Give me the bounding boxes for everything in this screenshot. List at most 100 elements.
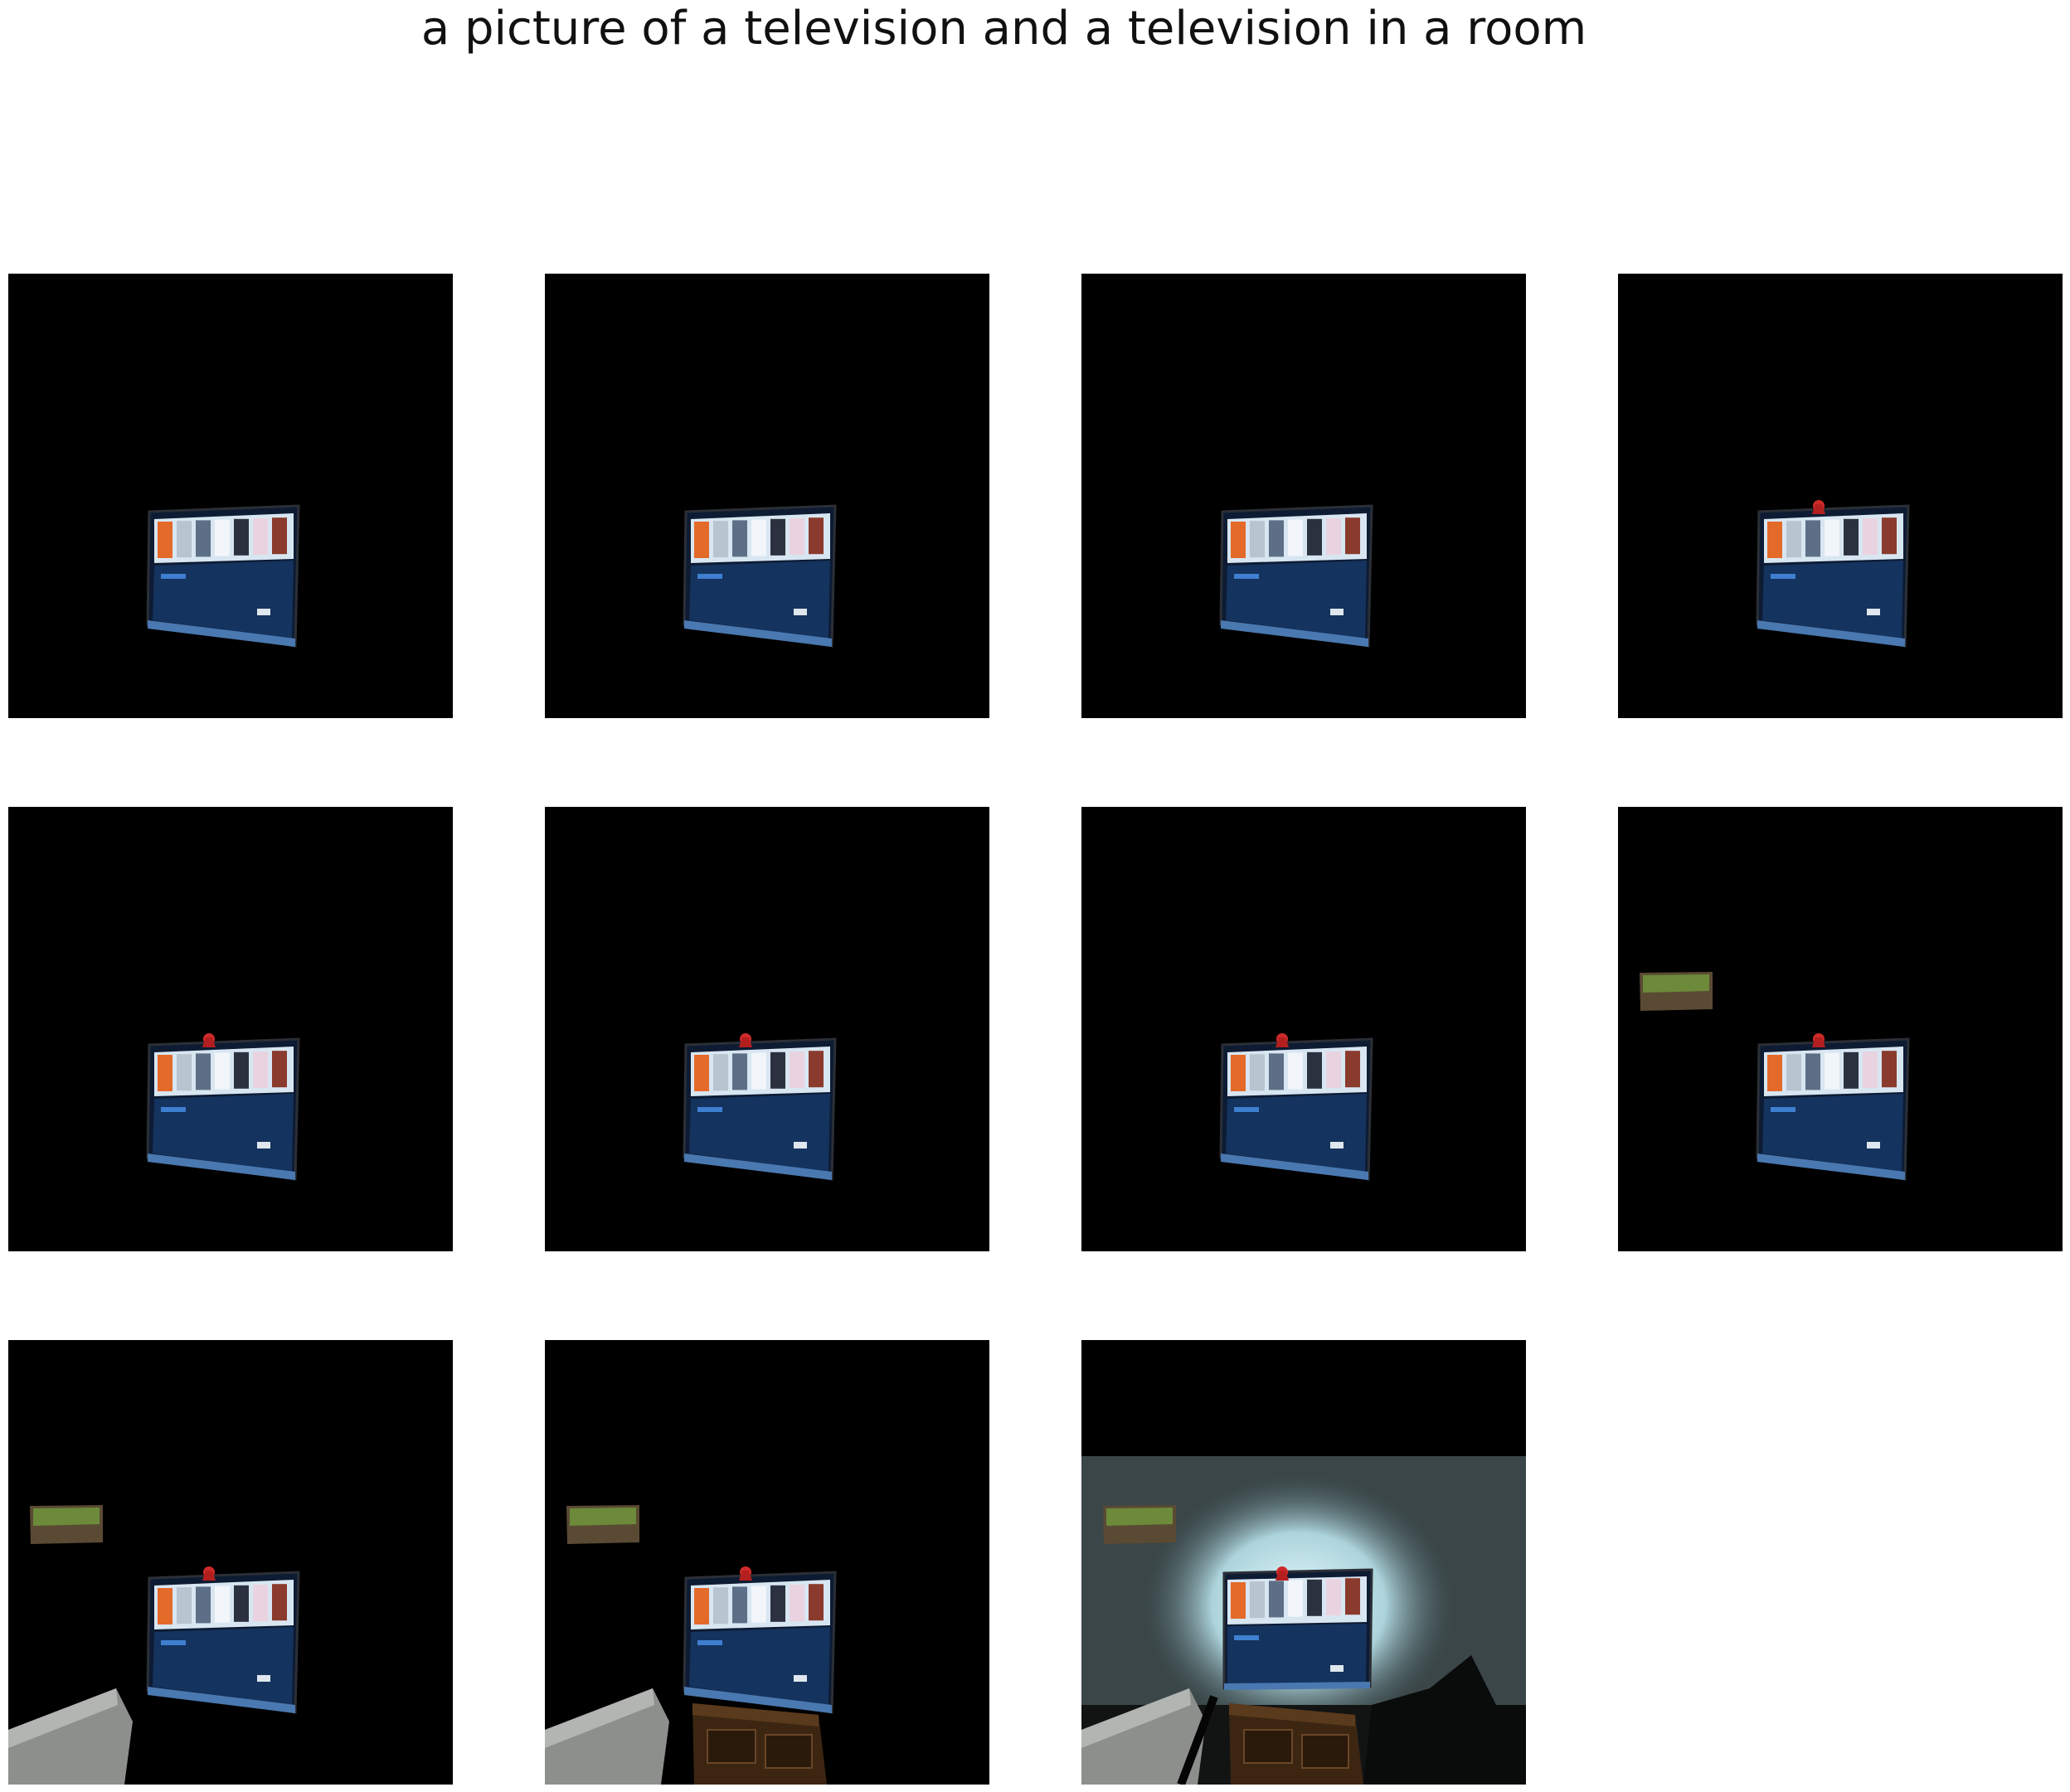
- tv-poster: [1307, 518, 1322, 556]
- tv-poster: [751, 519, 766, 556]
- tv-menu-highlight: [1771, 1107, 1795, 1112]
- television: [683, 1037, 837, 1181]
- tv-poster: [732, 520, 747, 557]
- scene-frame: [8, 807, 453, 1251]
- wall-picture-canvas: [1106, 1508, 1173, 1526]
- tv-poster: [1844, 1051, 1859, 1089]
- tv-poster: [1345, 517, 1360, 555]
- tv-menu-highlight: [1234, 1107, 1259, 1112]
- wall-picture: [30, 1505, 103, 1544]
- black-background: [1081, 274, 1526, 718]
- tv-poster: [272, 517, 287, 555]
- tv-poster: [234, 1051, 249, 1089]
- scene-image: [1081, 1340, 1526, 1785]
- wall-picture: [1103, 1505, 1176, 1544]
- tv-poster: [1326, 518, 1341, 555]
- scene-image: [1618, 807, 2063, 1251]
- tv-poster: [253, 518, 268, 555]
- wall-picture-canvas: [1643, 974, 1709, 993]
- tv-poster: [1844, 518, 1859, 556]
- scene-image: [8, 274, 453, 718]
- television: [1222, 1568, 1373, 1690]
- television: [146, 1037, 300, 1181]
- tv-poster: [1326, 1051, 1341, 1088]
- tv-poster: [809, 1051, 824, 1088]
- tv-poster: [1345, 1578, 1360, 1615]
- tv-poster: [694, 1055, 709, 1091]
- tv-poster: [790, 518, 804, 555]
- tv-menu-highlight: [697, 1640, 722, 1645]
- tv-poster: [234, 518, 249, 556]
- scene-image: [545, 807, 989, 1251]
- wall-picture: [1640, 972, 1713, 1011]
- tv-poster: [790, 1585, 804, 1621]
- tv-poster: [1863, 518, 1878, 555]
- scene-frame: [8, 1340, 453, 1785]
- tv-poster: [1882, 517, 1897, 555]
- black-background: [8, 274, 453, 718]
- tv-poster: [158, 522, 172, 558]
- cabinet-drawer: [765, 1734, 813, 1769]
- tv-poster: [790, 1051, 804, 1088]
- wall-picture-canvas: [33, 1508, 100, 1526]
- tv-poster: [1288, 1052, 1303, 1090]
- tv-poster: [253, 1051, 268, 1088]
- tv-poster: [713, 1054, 728, 1091]
- television: [1219, 504, 1373, 648]
- scene-frame: [545, 1340, 989, 1785]
- tv-logo: [794, 1142, 807, 1149]
- tv-logo: [257, 1675, 270, 1682]
- tv-menu-highlight: [161, 1107, 186, 1112]
- scene-frame: [1081, 807, 1526, 1251]
- tv-poster: [1786, 521, 1801, 558]
- tv-poster: [158, 1588, 172, 1624]
- tv-logo: [257, 1142, 270, 1149]
- black-background: [1618, 807, 2063, 1251]
- scene-image: [545, 274, 989, 718]
- tv-poster: [272, 1584, 287, 1621]
- tv-poster: [253, 1585, 268, 1621]
- tv-menu-highlight: [1234, 1635, 1259, 1640]
- tv-poster: [1805, 520, 1820, 557]
- tv-poster: [1805, 1053, 1820, 1090]
- tv-poster: [1767, 1055, 1782, 1091]
- tv-menu-area: [1227, 1624, 1367, 1683]
- tv-cabinet: [1229, 1703, 1363, 1785]
- tv-menu-highlight: [697, 574, 722, 579]
- tv-logo: [794, 609, 807, 615]
- tv-poster: [1231, 522, 1246, 558]
- tv-poster: [1231, 1582, 1246, 1619]
- tv-poster: [158, 1055, 172, 1091]
- figure-title: a picture of a television and a televisi…: [420, 2, 1587, 56]
- scene-image: [545, 1340, 989, 1785]
- tv-poster: [215, 1586, 230, 1623]
- tv-poster: [751, 1586, 766, 1623]
- tv-poster: [732, 1053, 747, 1090]
- television: [1756, 1037, 1910, 1181]
- tv-logo: [1330, 609, 1344, 615]
- tv-poster: [713, 521, 728, 558]
- tv-logo: [794, 1675, 807, 1682]
- tv-poster: [177, 521, 192, 558]
- tv-poster: [770, 1051, 785, 1089]
- tv-poster: [1786, 1054, 1801, 1091]
- tv-poster: [770, 1585, 785, 1622]
- scene-image: [8, 1340, 453, 1785]
- tv-poster: [177, 1587, 192, 1624]
- tv-poster: [694, 522, 709, 558]
- tv-poster: [770, 518, 785, 556]
- tv-menu-highlight: [1771, 574, 1795, 579]
- tv-menu-highlight: [697, 1107, 722, 1112]
- tv-poster: [1825, 1052, 1839, 1090]
- television: [1219, 1037, 1373, 1181]
- black-background: [8, 807, 453, 1251]
- scene-image: [1081, 274, 1526, 718]
- tv-poster: [1269, 1053, 1284, 1090]
- tv-poster: [196, 520, 211, 557]
- tv-poster: [196, 1586, 211, 1624]
- scene-frame: [1618, 807, 2063, 1251]
- black-background: [1081, 807, 1526, 1251]
- tv-logo: [1867, 609, 1880, 615]
- wall-picture: [566, 1505, 639, 1544]
- cabinet-drawer: [707, 1729, 756, 1764]
